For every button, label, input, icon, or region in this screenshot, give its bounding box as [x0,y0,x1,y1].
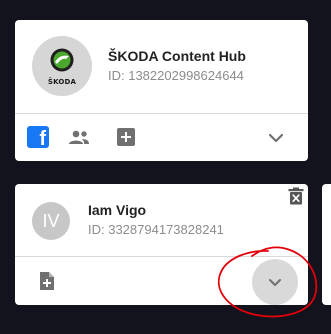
add-box-icon[interactable] [116,127,136,147]
skoda-logo-wordmark: ŠKODA [47,78,77,86]
chevron-down-icon [269,279,281,286]
account-card-iam-vigo: IV Iam Vigo ID: 3328794173828241 [15,184,308,305]
card-divider [15,113,308,114]
account-id: ID: 3328794173828241 [88,222,224,237]
account-name: Iam Vigo [88,202,147,218]
skoda-logo-avatar: ŠKODA [32,36,92,96]
add-page-icon[interactable] [39,271,55,291]
next-card-edge [322,184,331,305]
chevron-down-icon[interactable] [265,127,287,149]
people-icon[interactable] [67,129,91,145]
facebook-icon[interactable]: f [27,126,49,148]
avatar: IV [32,202,70,240]
account-name: ŠKODA Content Hub [108,48,246,64]
account-id: ID: 1382202998624644 [108,68,244,83]
card-divider [15,256,308,257]
skoda-logo-icon [50,48,74,72]
delete-icon[interactable] [288,187,304,205]
account-card-skoda: ŠKODA ŠKODA Content Hub ID: 138220299862… [15,20,308,161]
expand-button[interactable] [252,259,298,305]
